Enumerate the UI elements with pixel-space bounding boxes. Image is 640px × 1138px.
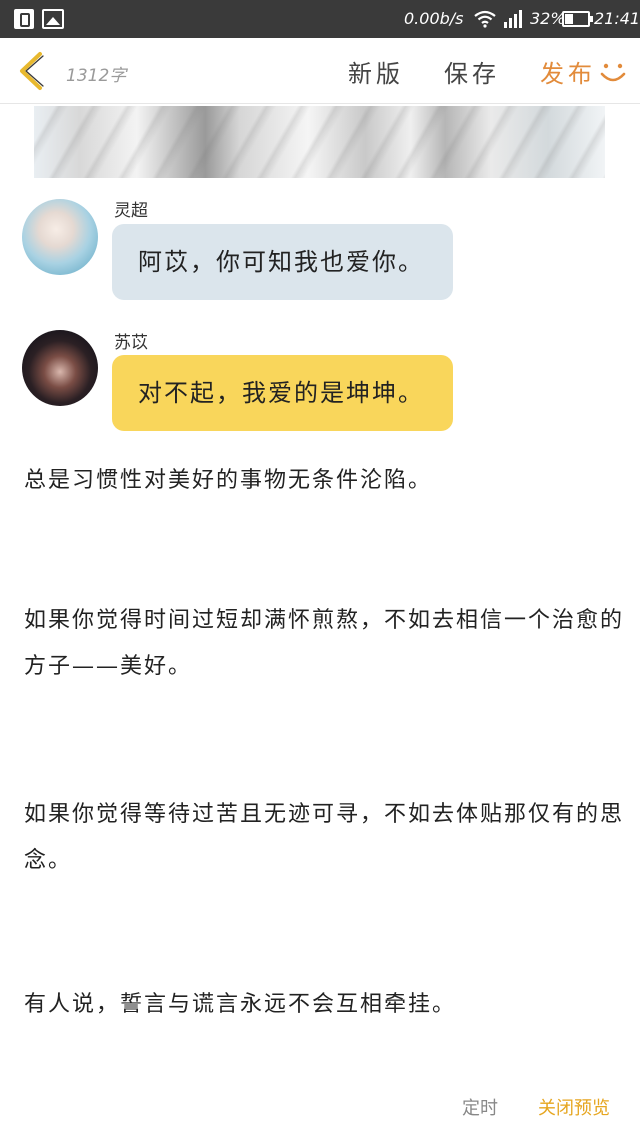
battery-icon [562,11,593,27]
bottom-bar: 定时 关闭预览 [0,1078,640,1134]
speaker-name: 苏苡 [114,333,148,353]
status-bar: 0.00b/s 32% 21:41 [0,0,640,38]
timer-button[interactable]: 定时 [462,1094,498,1120]
wifi-icon [474,10,496,28]
smile-icon [600,63,626,82]
save-button[interactable]: 保存 [444,54,500,89]
avatar [22,330,98,406]
publish-button[interactable]: 发布 [540,54,596,89]
battery-percent: 32% [530,9,566,28]
close-preview-button[interactable]: 关闭预览 [538,1094,610,1120]
avatar [22,199,98,275]
sim-card-icon [14,9,34,29]
new-version-button[interactable]: 新版 [348,54,404,89]
chat-bubble: 对不起，我爱的是坤坤。 [112,355,453,431]
cover-image [34,106,605,178]
network-speed: 0.00b/s [404,9,464,28]
speaker-name: 灵超 [114,201,148,221]
chevron-left-icon [20,52,44,90]
word-count: 1312字 [66,66,127,86]
article-paragraph: 总是习惯性对美好的事物无条件沦陷。 [24,468,433,493]
clock: 21:41 [594,9,640,28]
chat-bubble: 阿苡，你可知我也爱你。 [112,224,453,300]
editor-toolbar: 1312字 新版 保存 发布 [0,38,640,104]
back-button[interactable] [10,48,56,94]
article-paragraph: 如果你觉得等待过苦且无迹可寻，不如去体贴那仅有的思念。 [24,802,625,873]
article-paragraph: 有人说，誓言与谎言永远不会互相牵挂。 [24,992,457,1017]
article-paragraph: 如果你觉得时间过短却满怀煎熬，不如去相信一个治愈的方子——美好。 [24,608,625,679]
gallery-icon [42,9,64,29]
signal-icon [504,10,524,28]
